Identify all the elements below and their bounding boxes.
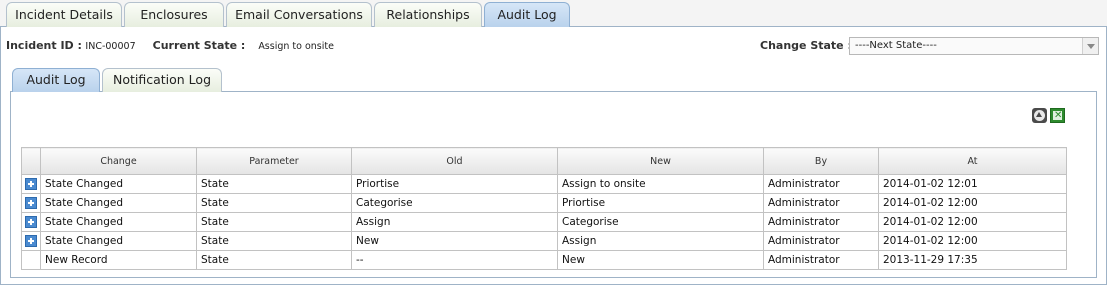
cell-new: Categorise xyxy=(557,212,764,232)
cell-parameter: State xyxy=(196,212,352,232)
subtab-audit-log[interactable]: Audit Log xyxy=(12,68,100,92)
table-header-row: Change Parameter Old New By At xyxy=(21,147,1067,175)
expand-plus-icon[interactable] xyxy=(25,235,37,247)
cell-at: 2014-01-02 12:00 xyxy=(878,193,1067,213)
column-header-by[interactable]: By xyxy=(763,147,879,175)
table-row: State Changed State Priortise Assign to … xyxy=(21,174,1067,194)
cell-old: New xyxy=(351,231,558,251)
change-state-label: Change State : xyxy=(760,39,852,52)
cell-change: State Changed xyxy=(40,231,197,251)
cell-by: Administrator xyxy=(763,193,879,213)
cell-at: 2014-01-02 12:00 xyxy=(878,212,1067,232)
expand-cell xyxy=(21,212,41,232)
cell-old: -- xyxy=(351,250,558,270)
expand-column-header xyxy=(21,147,41,175)
cell-old: Assign xyxy=(351,212,558,232)
cell-old: Categorise xyxy=(351,193,558,213)
cell-parameter: State xyxy=(196,231,352,251)
cell-change: State Changed xyxy=(40,193,197,213)
cell-change: State Changed xyxy=(40,174,197,194)
cell-at: 2014-01-02 12:01 xyxy=(878,174,1067,194)
table-row: New Record State -- New Administrator 20… xyxy=(21,250,1067,270)
cell-by: Administrator xyxy=(763,174,879,194)
tab-audit-log[interactable]: Audit Log xyxy=(484,2,570,27)
column-header-old[interactable]: Old xyxy=(351,147,558,175)
column-header-at[interactable]: At xyxy=(878,147,1067,175)
tab-enclosures[interactable]: Enclosures xyxy=(124,2,224,27)
current-state-value: Assign to onsite xyxy=(258,41,334,52)
incident-id-value: INC-00007 xyxy=(85,41,136,52)
expand-plus-icon[interactable] xyxy=(25,216,37,228)
table-row: State Changed State Assign Categorise Ad… xyxy=(21,212,1067,232)
cell-old: Priortise xyxy=(351,174,558,194)
expand-cell xyxy=(21,231,41,251)
incident-id-label: Incident ID : xyxy=(6,39,82,52)
chevron-down-icon[interactable] xyxy=(1082,38,1098,54)
column-header-new[interactable]: New xyxy=(557,147,764,175)
change-state-selected: ----Next State---- xyxy=(855,40,937,51)
column-header-change[interactable]: Change xyxy=(40,147,197,175)
expand-cell xyxy=(21,193,41,213)
cell-change: State Changed xyxy=(40,212,197,232)
excel-export-icon[interactable] xyxy=(1050,108,1065,123)
cell-new: Assign to onsite xyxy=(557,174,764,194)
cell-at: 2014-01-02 12:00 xyxy=(878,231,1067,251)
expand-cell xyxy=(21,250,41,270)
expand-cell xyxy=(21,174,41,194)
cell-by: Administrator xyxy=(763,250,879,270)
tab-relationships[interactable]: Relationships xyxy=(374,2,482,27)
tab-email-conversations[interactable]: Email Conversations xyxy=(226,2,372,27)
cell-parameter: State xyxy=(196,174,352,194)
cell-parameter: State xyxy=(196,193,352,213)
change-state-select[interactable]: ----Next State---- xyxy=(849,37,1099,55)
collapse-up-icon[interactable] xyxy=(1032,108,1047,123)
cell-at: 2013-11-29 17:35 xyxy=(878,250,1067,270)
incident-info: Incident ID : INC-00007 Current State : … xyxy=(6,38,334,54)
audit-log-table: Change Parameter Old New By At State Cha… xyxy=(21,147,1067,270)
main-tab-bar: Incident Details Enclosures Email Conver… xyxy=(0,0,1107,27)
cell-new: Priortise xyxy=(557,193,764,213)
column-header-parameter[interactable]: Parameter xyxy=(196,147,352,175)
table-row: State Changed State Categorise Priortise… xyxy=(21,193,1067,213)
expand-plus-icon[interactable] xyxy=(25,197,37,209)
cell-by: Administrator xyxy=(763,231,879,251)
expand-plus-icon[interactable] xyxy=(25,178,37,190)
current-state-label: Current State : xyxy=(152,39,246,52)
subtab-notification-log[interactable]: Notification Log xyxy=(102,68,222,92)
tab-incident-details[interactable]: Incident Details xyxy=(6,2,122,27)
cell-by: Administrator xyxy=(763,212,879,232)
cell-change: New Record xyxy=(40,250,197,270)
cell-new: Assign xyxy=(557,231,764,251)
cell-new: New xyxy=(557,250,764,270)
cell-parameter: State xyxy=(196,250,352,270)
table-row: State Changed State New Assign Administr… xyxy=(21,231,1067,251)
